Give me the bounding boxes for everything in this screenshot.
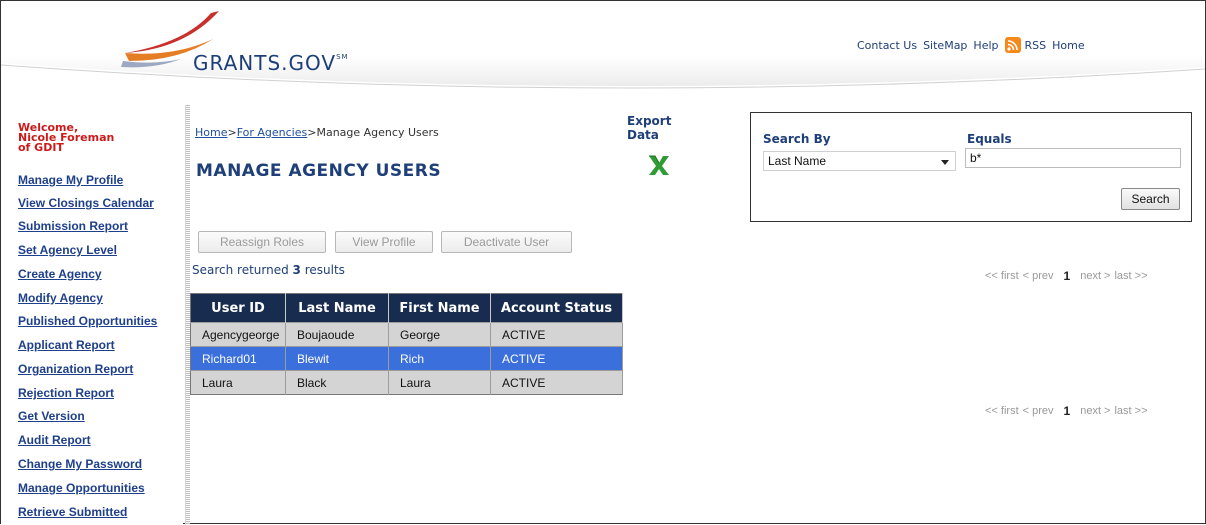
pager-prev-link[interactable]: < prev — [1023, 405, 1054, 417]
excel-export-icon[interactable] — [646, 153, 672, 177]
cell-account-status: ACTIVE — [490, 370, 623, 395]
view-profile-button[interactable]: View Profile — [335, 231, 433, 253]
nav-change-my-password[interactable]: Change My Password — [18, 457, 142, 471]
site-header: GRANTS.GOVSM Contact Us SiteMap Help RSS… — [1, 1, 1205, 103]
column-header-account-status[interactable]: Account Status — [490, 293, 623, 323]
breadcrumb-current: Manage Agency Users — [316, 126, 439, 139]
cell-account-status: ACTIVE — [490, 322, 623, 347]
export-data-label[interactable]: Export Data — [627, 114, 671, 142]
logo-text[interactable]: GRANTS.GOVSM — [193, 51, 349, 75]
table-row[interactable]: Agencygeorge Boujaoude George ACTIVE — [190, 322, 623, 347]
pager-next-link[interactable]: next > — [1080, 405, 1110, 417]
result-count-number: 3 — [292, 263, 301, 277]
help-link[interactable]: Help — [973, 39, 998, 52]
cell-last-name: Blewit — [285, 346, 389, 371]
pager-last-link[interactable]: last >> — [1114, 405, 1147, 417]
page-title: MANAGE AGENCY USERS — [196, 161, 442, 181]
breadcrumb-for-agencies-link[interactable]: For Agencies — [237, 126, 308, 139]
header-curve-decoration — [1, 63, 1205, 103]
nav-submission-report[interactable]: Submission Report — [18, 219, 128, 233]
search-result-count: Search returned 3 results — [192, 263, 345, 277]
search-panel: Search By Equals Last Name Search — [750, 112, 1192, 222]
welcome-organization: of GDIT — [18, 141, 64, 154]
column-header-first-name[interactable]: First Name — [388, 293, 491, 323]
sidebar: Welcome, Nicole Foreman of GDIT Manage M… — [1, 101, 183, 525]
nav-modify-agency[interactable]: Modify Agency — [18, 291, 103, 305]
pager-current-page: 1 — [1063, 269, 1071, 283]
nav-view-closings-calendar[interactable]: View Closings Calendar — [18, 196, 154, 210]
nav-get-version[interactable]: Get Version — [18, 409, 85, 423]
equals-label: Equals — [967, 132, 1012, 146]
nav-published-opportunities[interactable]: Published Opportunities — [18, 314, 157, 328]
nav-audit-report[interactable]: Audit Report — [18, 433, 91, 447]
cell-first-name: Laura — [388, 370, 491, 395]
cell-first-name: Rich — [388, 346, 491, 371]
users-table: User ID Last Name First Name Account Sta… — [190, 293, 623, 395]
cell-last-name: Black — [285, 370, 389, 395]
top-links: Contact Us SiteMap Help RSS Home — [857, 37, 1085, 53]
table-row-selected[interactable]: Richard01 Blewit Rich ACTIVE — [190, 346, 623, 371]
dropdown-arrow-icon — [941, 160, 949, 165]
pager-first-link[interactable]: << first — [985, 405, 1019, 417]
search-button[interactable]: Search — [1121, 188, 1180, 210]
breadcrumb-separator: > — [227, 126, 237, 139]
nav-set-agency-level[interactable]: Set Agency Level — [18, 243, 117, 257]
deactivate-user-button[interactable]: Deactivate User — [441, 231, 572, 253]
table-row[interactable]: Laura Black Laura ACTIVE — [190, 370, 623, 395]
nav-retrieve-submitted[interactable]: Retrieve Submitted — [18, 505, 127, 519]
nav-organization-report[interactable]: Organization Report — [18, 362, 133, 376]
column-header-user-id[interactable]: User ID — [190, 293, 286, 323]
reassign-roles-button[interactable]: Reassign Roles — [198, 231, 326, 253]
rss-icon[interactable] — [1004, 37, 1021, 53]
welcome-message: Welcome, Nicole Foreman of GDIT — [18, 122, 114, 154]
pager-first-link[interactable]: << first — [985, 270, 1019, 282]
cell-user-id: Laura — [190, 370, 286, 395]
home-link[interactable]: Home — [1052, 39, 1084, 52]
search-by-select[interactable]: Last Name — [763, 151, 956, 171]
pager-last-link[interactable]: last >> — [1114, 270, 1147, 282]
pager-current-page: 1 — [1063, 404, 1071, 418]
nav-create-agency[interactable]: Create Agency — [18, 267, 102, 281]
nav-manage-opportunities[interactable]: Manage Opportunities — [18, 481, 145, 495]
column-header-last-name[interactable]: Last Name — [285, 293, 389, 323]
breadcrumb: Home>For Agencies>Manage Agency Users — [195, 126, 439, 139]
equals-input[interactable] — [965, 148, 1181, 168]
breadcrumb-home-link[interactable]: Home — [195, 126, 227, 139]
cell-account-status: ACTIVE — [490, 346, 623, 371]
pagination-bottom: << first < prev 1 next > last >> — [985, 404, 1148, 418]
cell-user-id: Agencygeorge — [190, 322, 286, 347]
nav-applicant-report[interactable]: Applicant Report — [18, 338, 115, 352]
contact-us-link[interactable]: Contact Us — [857, 39, 917, 52]
cell-user-id: Richard01 — [190, 346, 286, 371]
rss-link[interactable]: RSS — [1025, 39, 1047, 52]
cell-first-name: George — [388, 322, 491, 347]
nav-manage-my-profile[interactable]: Manage My Profile — [18, 173, 123, 187]
search-by-label: Search By — [763, 132, 831, 146]
pager-next-link[interactable]: next > — [1080, 270, 1110, 282]
cell-last-name: Boujaoude — [285, 322, 389, 347]
table-header-row: User ID Last Name First Name Account Sta… — [190, 293, 623, 323]
sitemap-link[interactable]: SiteMap — [923, 39, 967, 52]
pager-prev-link[interactable]: < prev — [1023, 270, 1054, 282]
search-by-selected-value: Last Name — [768, 154, 827, 168]
pagination-top: << first < prev 1 next > last >> — [985, 269, 1148, 283]
nav-rejection-report[interactable]: Rejection Report — [18, 386, 114, 400]
